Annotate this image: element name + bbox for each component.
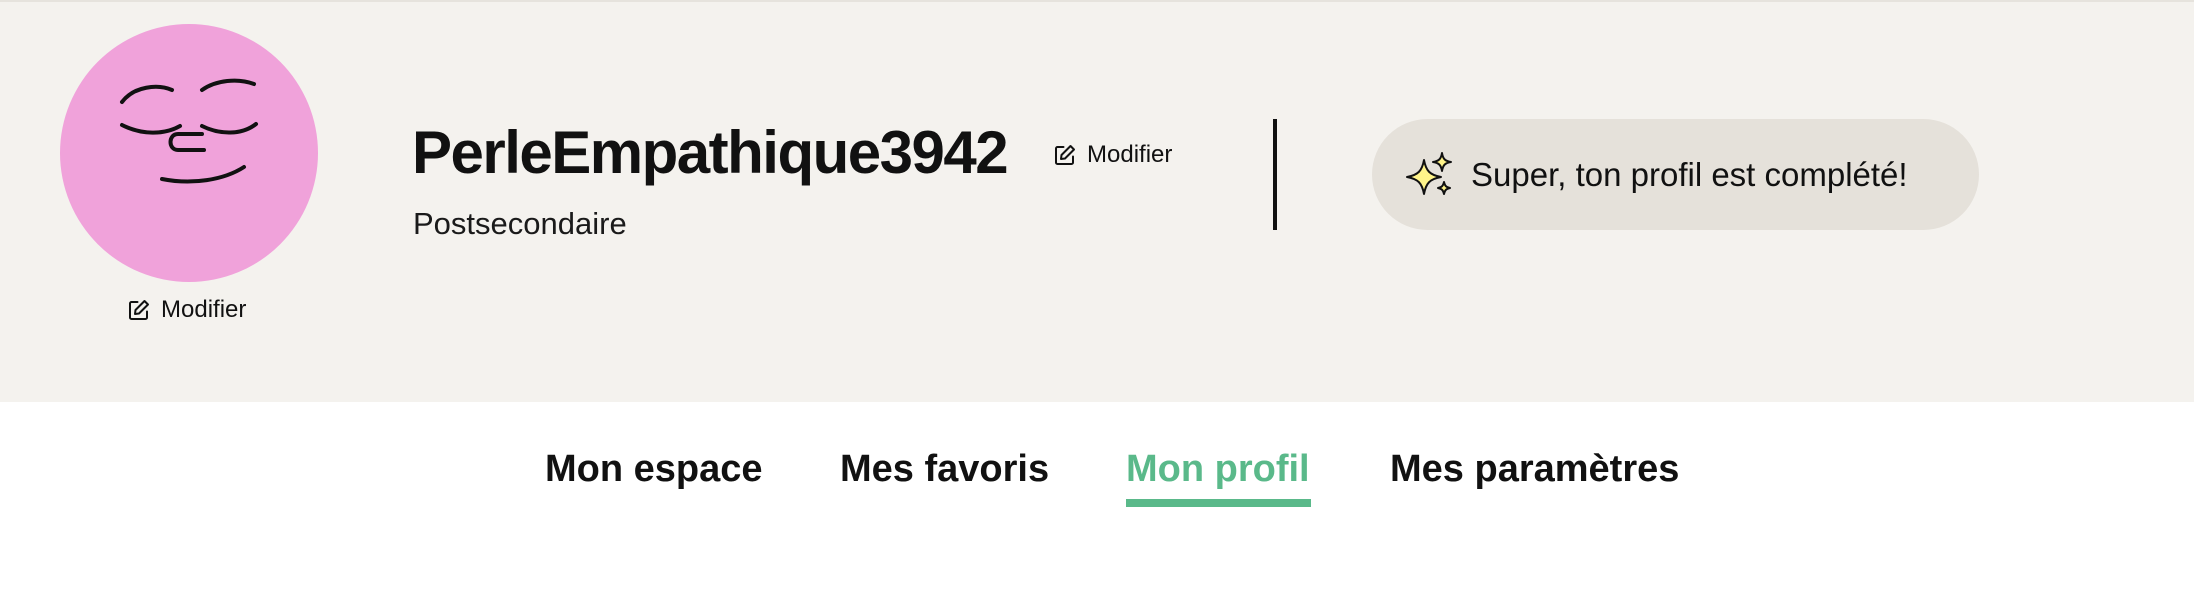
- tab-mon-espace[interactable]: Mon espace: [545, 442, 763, 496]
- sleepy-face-icon: [120, 78, 258, 184]
- edit-icon: [129, 300, 149, 320]
- username-edit-button[interactable]: Modifier: [1053, 141, 1172, 169]
- avatar: [60, 24, 318, 282]
- profile-header: Modifier PerleEmpathique3942 Modifier Po…: [0, 0, 2194, 402]
- header-divider: [1273, 119, 1277, 230]
- avatar-edit-label: Modifier: [161, 296, 247, 323]
- profile-complete-text: Super, ton profil est complété!: [1471, 155, 1908, 193]
- tab-mes-parametres[interactable]: Mes paramètres: [1390, 442, 1679, 496]
- username-edit-label: Modifier: [1087, 141, 1173, 168]
- active-tab-indicator: [1126, 499, 1311, 507]
- avatar-edit-button[interactable]: Modifier: [127, 296, 246, 324]
- edit-icon: [1055, 145, 1075, 165]
- username: PerleEmpathique3942: [412, 119, 1009, 186]
- sparkles-icon: [1406, 151, 1452, 195]
- profile-complete-badge: Super, ton profil est complété!: [1372, 119, 1979, 230]
- profile-tabs: [0, 402, 2194, 610]
- tab-mon-profil[interactable]: Mon profil: [1126, 442, 1310, 496]
- tab-mes-favoris[interactable]: Mes favoris: [840, 442, 1049, 496]
- education-level: Postsecondaire: [413, 206, 627, 241]
